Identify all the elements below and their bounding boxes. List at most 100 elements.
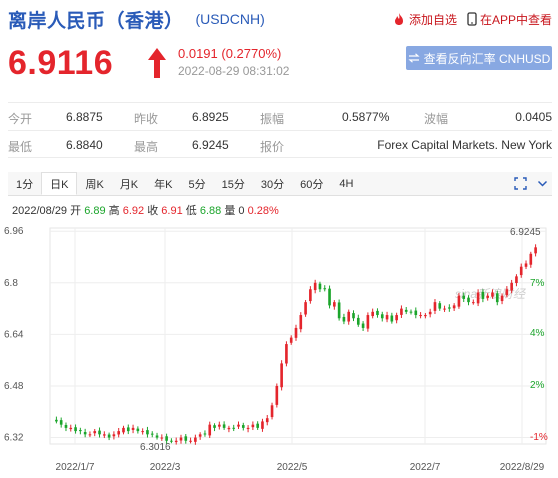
candle-body: [328, 288, 331, 306]
period-tabs: 1分 日K 周K 月K 年K 5分 15分 30分 60分 4H: [8, 172, 552, 196]
candle-body: [376, 310, 379, 316]
candle-body: [529, 253, 533, 265]
candle-body: [333, 302, 336, 307]
candle-body: [122, 427, 125, 433]
candle-body: [347, 311, 351, 322]
candle-body: [241, 425, 245, 428]
candle-body: [471, 302, 475, 304]
candle-body: [146, 430, 149, 435]
candle-body: [179, 437, 183, 441]
tab-60min[interactable]: 60分: [292, 172, 331, 195]
candle-body: [270, 405, 274, 418]
y-axis: 6.96 6.8 6.64 6.48 6.32: [4, 226, 24, 443]
candle-body: [443, 308, 446, 310]
low-label: 最低: [8, 140, 33, 154]
tab-daily-k[interactable]: 日K: [41, 172, 78, 195]
candle-body: [74, 427, 77, 432]
tab-30min[interactable]: 30分: [253, 172, 292, 195]
candle-body: [126, 427, 130, 432]
candle-body: [309, 289, 312, 302]
candle-body: [438, 303, 442, 309]
candle-body: [165, 436, 168, 441]
candle-body: [83, 432, 87, 435]
pct-tick-label: -1%: [530, 432, 548, 443]
add-watchlist-button[interactable]: 添加自选: [392, 11, 457, 28]
candle-body: [261, 421, 264, 429]
candle-body: [361, 323, 365, 328]
open-in-app-button[interactable]: 在APP中查看: [467, 11, 552, 28]
price-row: 6.9116 0.0191 (0.2770%) 2022-08-29 08:31…: [8, 42, 552, 86]
candle-body: [294, 327, 298, 338]
candle-body: [203, 433, 207, 435]
quote-timestamp: 2022-08-29 08:31:02: [178, 64, 290, 78]
candle-body: [237, 424, 240, 427]
stats-row-1: 今开 6.8875 昨收 6.8925 振幅 0.5877% 波幅 0.0405: [8, 102, 552, 130]
chevron-down-icon[interactable]: [537, 178, 548, 189]
candle-body: [467, 297, 470, 303]
candle-body: [55, 419, 58, 422]
candle-body: [208, 424, 212, 436]
x-tick-label: 2022/3: [150, 462, 181, 473]
tab-4h[interactable]: 4H: [331, 172, 361, 195]
stats-table: 今开 6.8875 昨收 6.8925 振幅 0.5877% 波幅 0.0405…: [8, 102, 552, 158]
prev-close-label: 昨收: [134, 112, 159, 126]
candle-body: [141, 431, 144, 433]
ohlc-info: 2022/08/29 开 6.89 高 6.92 收 6.91 低 6.88 量…: [12, 202, 279, 218]
candle-body: [476, 292, 480, 304]
candle-body: [366, 315, 370, 329]
ohlc-change-pct: 0.28%: [247, 205, 279, 217]
tab-yearly-k[interactable]: 年K: [146, 172, 180, 195]
ohlc-volume: 0: [238, 205, 245, 217]
ohlc-low: 6.88: [199, 205, 222, 217]
candle-body: [251, 424, 255, 428]
tab-15min[interactable]: 15分: [214, 172, 253, 195]
ohlc-open: 6.89: [84, 205, 106, 217]
candle-body: [285, 344, 288, 364]
chart-frame: [49, 227, 547, 445]
x-axis: 2022/1/7 2022/3 2022/5 2022/7 2022/8/29: [56, 462, 545, 473]
pct-axis: 7% 4% 2% -1%: [530, 278, 548, 443]
up-arrow-icon: [148, 48, 166, 78]
candle-body: [102, 434, 106, 436]
candles-group: [55, 244, 537, 445]
fullscreen-icon[interactable]: [514, 177, 527, 190]
x-tick-label: 2022/7: [410, 462, 441, 473]
ohlc-close-label: 收: [147, 205, 159, 217]
tab-tools: [514, 172, 552, 195]
candle-body: [265, 418, 269, 423]
chart-grid: [49, 227, 547, 445]
y-tick-label: 6.48: [4, 381, 24, 392]
candle-body: [390, 315, 394, 322]
candlestick-chart[interactable]: sina新浪财经 6.96 6.8 6.64 6.48 6.32 7% 4% 2% -1% 2…: [0, 218, 558, 478]
candle-body: [404, 309, 408, 312]
last-price: 6.9116: [8, 44, 114, 82]
candle-body: [189, 440, 192, 442]
volatility-label: 波幅: [424, 112, 449, 126]
candle-body: [64, 424, 68, 428]
candle-body: [337, 302, 341, 319]
open-in-app-label: 在APP中查看: [479, 12, 552, 27]
instrument-title: 离岸人民币（香港）: [8, 10, 184, 32]
tab-5min[interactable]: 5分: [181, 172, 214, 195]
candle-body: [59, 420, 63, 425]
candle-body: [495, 293, 499, 303]
prev-close-value: 6.8925: [192, 110, 229, 124]
candle-body: [304, 302, 307, 315]
ohlc-close: 6.91: [161, 205, 183, 217]
candle-body: [414, 310, 418, 316]
tab-monthly-k[interactable]: 月K: [112, 172, 146, 195]
candle-body: [198, 434, 202, 437]
candle-body: [275, 385, 279, 405]
candle-body: [107, 434, 111, 438]
candle-body: [246, 427, 250, 430]
candle-body: [318, 283, 322, 290]
tab-1min[interactable]: 1分: [8, 172, 41, 195]
candle-body: [299, 315, 303, 330]
y-tick-label: 6.8: [4, 278, 18, 289]
tab-weekly-k[interactable]: 周K: [77, 172, 111, 195]
reverse-rate-button[interactable]: 查看反向汇率 CNHUSD: [406, 46, 552, 70]
candle-body: [79, 430, 82, 432]
candle-body: [88, 434, 92, 436]
candle-body: [112, 434, 116, 437]
x-tick-label: 2022/5: [277, 462, 308, 473]
